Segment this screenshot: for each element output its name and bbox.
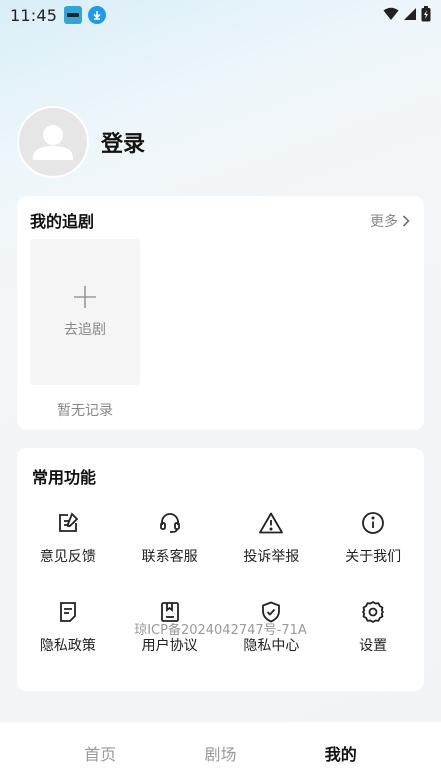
book-icon	[157, 599, 183, 625]
battery-icon	[421, 6, 431, 22]
chevron-right-icon	[402, 215, 410, 227]
privacy-policy-button[interactable]: 隐私政策	[17, 599, 119, 655]
signal-icon	[404, 8, 416, 20]
feedback-label: 意见反馈	[39, 549, 96, 565]
privacy-policy-label: 隐私政策	[39, 638, 96, 654]
user-agreement-label: 用户协议	[141, 638, 198, 654]
customer-service-label: 联系客服	[141, 549, 198, 565]
status-indicators	[383, 6, 431, 22]
tab-theater[interactable]: 剧场	[180, 741, 260, 765]
headset-icon	[157, 510, 183, 536]
add-drama-button[interactable]: 去追剧	[30, 239, 140, 385]
gear-icon	[360, 599, 386, 625]
login-button[interactable]: 登录	[101, 126, 145, 158]
download-icon	[88, 6, 107, 24]
report-label: 投诉举报	[243, 549, 300, 565]
add-drama-label: 去追剧	[64, 322, 106, 338]
about-us-label: 关于我们	[345, 549, 402, 565]
report-button[interactable]: 投诉举报	[221, 510, 323, 566]
more-button[interactable]: 更多	[370, 211, 410, 231]
profile-header[interactable]: 登录	[17, 106, 145, 178]
privacy-center-button[interactable]: 隐私中心	[221, 599, 323, 655]
privacy-center-label: 隐私中心	[243, 638, 300, 654]
user-avatar-icon[interactable]	[17, 106, 89, 178]
plus-icon	[74, 286, 96, 308]
settings-button[interactable]: 设置	[322, 599, 424, 655]
shield-icon	[258, 599, 284, 625]
my-dramas-title: 我的追剧	[30, 212, 95, 231]
my-dramas-card: 我的追剧 更多 去追剧 暂无记录	[17, 196, 424, 430]
about-us-button[interactable]: 关于我们	[322, 510, 424, 566]
tab-home[interactable]: 首页	[60, 741, 140, 765]
app-notification-icon	[64, 6, 83, 24]
bottom-tab-bar: 首页 剧场 我的	[0, 722, 441, 784]
empty-record-text: 暂无记录	[57, 403, 113, 419]
common-functions-title: 常用功能	[32, 468, 97, 487]
functions-grid: 意见反馈 联系客服 投诉举报 关于我们 隐私政策 用户协议 隐私中心 设置	[17, 510, 424, 655]
settings-label: 设置	[359, 638, 388, 654]
status-time: 11:45	[10, 5, 58, 25]
edit-feedback-icon	[55, 510, 81, 536]
info-icon	[360, 510, 386, 536]
document-icon	[55, 599, 81, 625]
feedback-button[interactable]: 意见反馈	[17, 510, 119, 566]
more-label: 更多	[370, 214, 398, 230]
customer-service-button[interactable]: 联系客服	[119, 510, 221, 566]
tab-mine[interactable]: 我的	[301, 741, 381, 765]
user-agreement-button[interactable]: 用户协议	[119, 599, 221, 655]
wifi-icon	[383, 7, 399, 20]
warning-icon	[258, 510, 284, 536]
common-functions-card: 常用功能 意见反馈 联系客服 投诉举报 关于我们 隐私政策 用户协议 隐私中心 …	[17, 448, 424, 691]
status-bar: 11:45	[0, 0, 441, 30]
